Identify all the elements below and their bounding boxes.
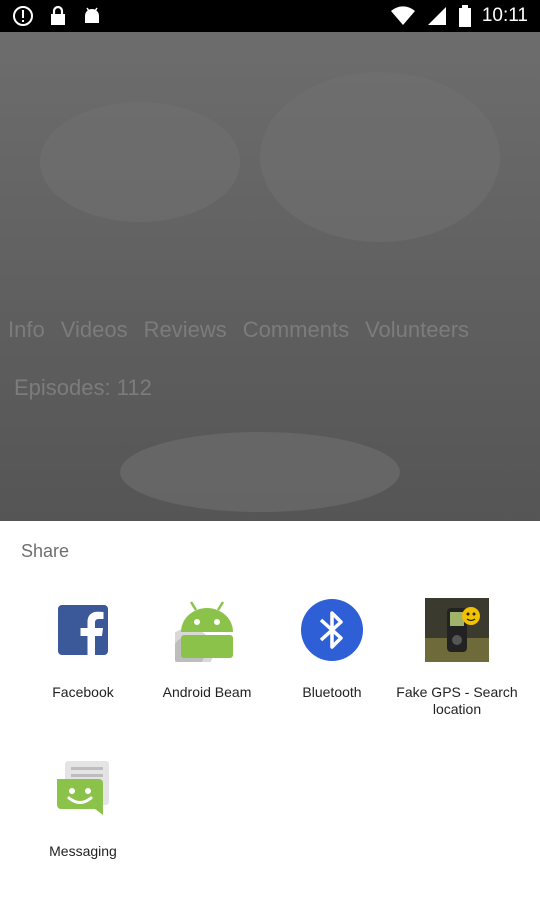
share-app-facebook[interactable]: Facebook	[18, 598, 148, 701]
share-app-messaging[interactable]: Messaging	[18, 757, 148, 860]
bg-episodes: Episodes: 112	[14, 375, 152, 400]
share-app-bluetooth[interactable]: Bluetooth	[267, 598, 397, 701]
share-app-label: Messaging	[49, 843, 117, 859]
bg-tab-videos: Videos	[60, 317, 128, 342]
signal-icon	[427, 7, 446, 25]
bg-tab-info: Info	[8, 317, 45, 342]
fake-gps-icon	[425, 598, 489, 662]
wifi-icon	[390, 6, 415, 26]
share-app-label: Bluetooth	[302, 684, 362, 700]
bg-tab-volunteers: Volunteers	[365, 317, 470, 342]
share-app-label: Facebook	[52, 684, 114, 700]
share-app-fake-gps[interactable]: Fake GPS - Search location	[392, 598, 522, 718]
battery-icon	[458, 5, 471, 27]
messaging-icon	[57, 761, 109, 815]
alert-icon	[13, 6, 33, 26]
bluetooth-icon	[301, 599, 363, 661]
bg-tab-comments: Comments	[242, 317, 350, 342]
share-app-android-beam[interactable]: Android Beam	[142, 598, 272, 701]
dimmed-background: Info Videos Reviews Comments Volunteers …	[0, 32, 540, 522]
share-app-label: Android Beam	[162, 684, 252, 700]
facebook-icon	[58, 605, 108, 655]
share-sheet: Share Facebook Android Beam Bluetooth Fa…	[0, 521, 540, 897]
bg-tab-reviews: Reviews	[143, 317, 227, 342]
android-notification-icon	[85, 7, 99, 23]
clock: 10:11	[481, 5, 528, 26]
background-tabs: Info Videos Reviews Comments Volunteers	[8, 317, 469, 343]
share-app-label: Fake GPS - Search location	[396, 684, 518, 717]
status-bar: 10:11	[0, 0, 540, 32]
lock-icon	[51, 5, 65, 25]
share-title: Share	[21, 541, 70, 561]
android-beam-icon	[175, 601, 233, 662]
